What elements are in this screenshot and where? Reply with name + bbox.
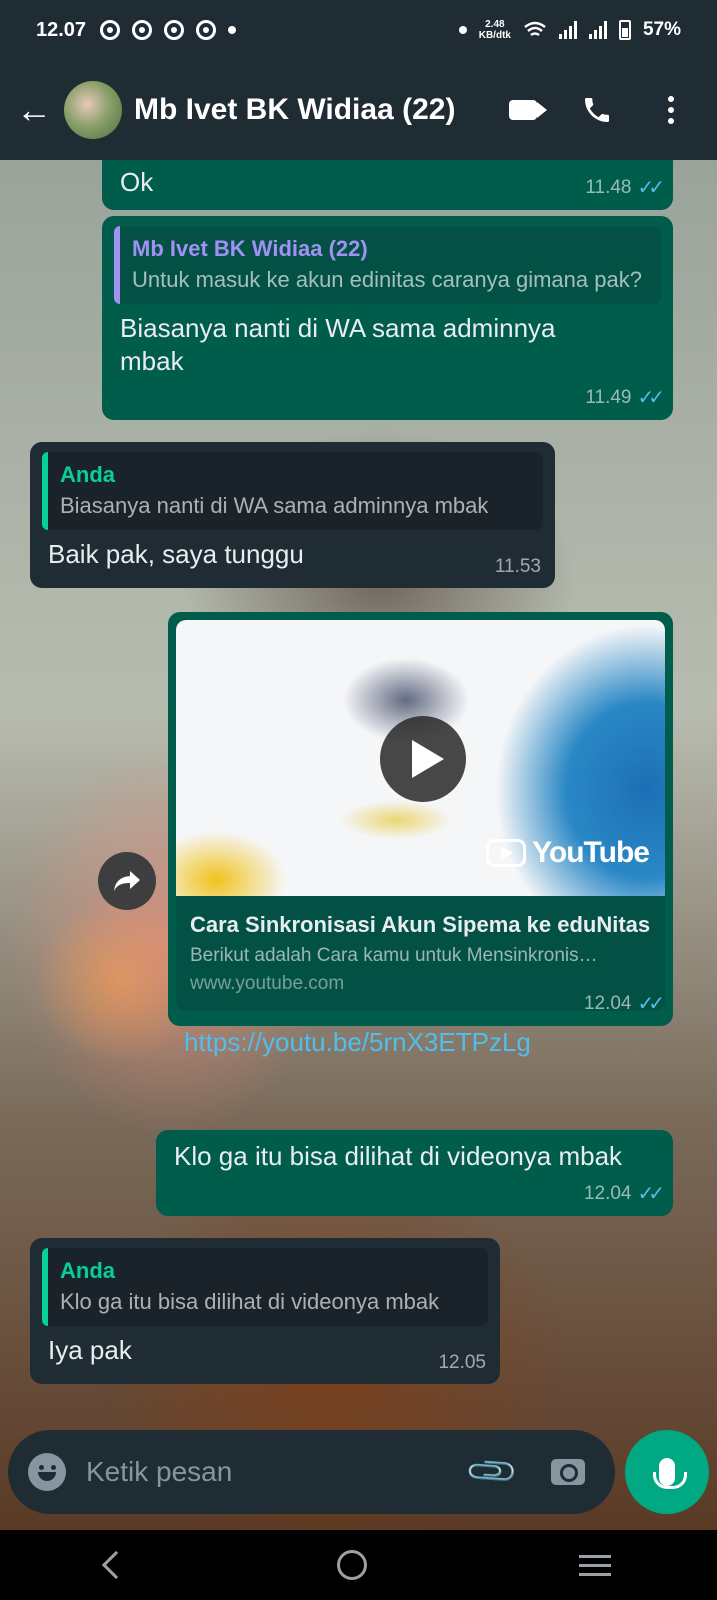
signal-icon: [588, 21, 607, 39]
video-camera-icon: [509, 100, 547, 120]
message-time: 11.49 ✓✓: [585, 385, 665, 410]
message-outgoing[interactable]: Klo ga itu bisa dilihat di videonya mbak…: [156, 1130, 673, 1216]
more-vertical-icon: [668, 96, 674, 124]
nav-home-icon[interactable]: [337, 1550, 368, 1580]
voice-record-button[interactable]: [625, 1430, 709, 1514]
signal-icon: [558, 21, 577, 39]
message-timestamp: 11.49: [585, 386, 632, 408]
message-outgoing-link[interactable]: YouTube Cara Sinkronisasi Akun Sipema ke…: [168, 612, 673, 1057]
video-call-button[interactable]: [493, 80, 553, 140]
read-ticks-icon: ✓✓: [637, 177, 664, 199]
read-ticks-icon: ✓✓: [637, 993, 664, 1015]
message-timestamp: 11.48: [585, 176, 632, 198]
quoted-author: Anda: [60, 1258, 115, 1283]
network-speed-unit: KB/dtk: [478, 30, 511, 41]
status-bar: 12.07 2.48 KB/dtk 57%: [0, 0, 717, 60]
message-outgoing[interactable]: Ok 11.48 ✓✓: [102, 160, 673, 210]
play-icon[interactable]: [380, 716, 466, 802]
status-time: 12.07: [36, 18, 87, 41]
chrome-notification-icon: [164, 20, 185, 40]
phone-icon: [585, 98, 609, 122]
wifi-icon: [524, 21, 546, 37]
notification-icons: [100, 20, 237, 40]
contact-name[interactable]: Mb Ivet BK Widiaa (22): [134, 93, 479, 127]
message-input[interactable]: Ketik pesan: [86, 1456, 471, 1488]
quoted-message[interactable]: Mb Ivet BK Widiaa (22) Untuk masuk ke ak…: [114, 226, 661, 304]
nav-recents-icon[interactable]: [579, 1554, 612, 1576]
message-incoming[interactable]: Anda Klo ga itu bisa dilihat di videonya…: [30, 1238, 500, 1384]
network-speed: 2.48 KB/dtk: [479, 19, 511, 41]
read-ticks-icon: ✓✓: [637, 387, 664, 409]
message-timestamp: 11.53: [494, 556, 541, 577]
voice-call-button[interactable]: [567, 80, 627, 140]
quoted-message[interactable]: Anda Klo ga itu bisa dilihat di videonya…: [42, 1248, 488, 1326]
message-text: Biasanya nanti di WA sama adminnya mbak: [120, 313, 556, 376]
message-time: 11.48 ✓✓: [585, 175, 665, 200]
message-time: 12.04 ✓✓: [583, 1181, 665, 1206]
quoted-message[interactable]: Anda Biasanya nanti di WA sama adminnya …: [42, 452, 543, 530]
paperclip-icon[interactable]: 📎: [463, 1443, 521, 1501]
message-text: Ok: [120, 167, 154, 197]
message-composer: Ketik pesan 📎: [8, 1430, 615, 1514]
message-timestamp: 12.04: [583, 1182, 632, 1204]
message-time: 12.04 ✓✓: [583, 991, 665, 1016]
video-thumbnail[interactable]: YouTube: [176, 620, 665, 896]
message-link[interactable]: https://youtu.be/5rnX3ETPzLg: [184, 1027, 665, 1058]
message-text: Klo ga itu bisa dilihat di videonya mbak: [174, 1141, 623, 1171]
quoted-text: Biasanya nanti di WA sama adminnya mbak: [60, 493, 489, 518]
message-timestamp: 12.05: [438, 1352, 486, 1373]
preview-title: Cara Sinkronisasi Akun Sipema ke eduNita…: [190, 912, 651, 937]
more-options-button[interactable]: [641, 80, 701, 140]
battery-percent: 57%: [642, 19, 681, 40]
forward-icon: [114, 871, 140, 891]
youtube-wordmark: YouTube: [532, 836, 650, 869]
chrome-notification-icon: [196, 20, 217, 40]
system-nav-bar: [0, 1530, 717, 1600]
chat-area[interactable]: Ok 11.48 ✓✓ Mb Ivet BK Widiaa (22) Untuk …: [0, 160, 717, 1530]
network-speed-value: 2.48: [485, 19, 505, 30]
message-time: 11.53: [495, 556, 541, 578]
emoji-icon[interactable]: [28, 1453, 66, 1491]
nav-back-icon[interactable]: [101, 1550, 130, 1580]
preview-description: Berikut adalah Cara kamu untuk Mensinkro…: [190, 945, 598, 966]
camera-icon[interactable]: [551, 1459, 585, 1485]
link-preview[interactable]: YouTube Cara Sinkronisasi Akun Sipema ke…: [176, 620, 665, 1011]
forward-button[interactable]: [98, 852, 156, 910]
message-text: Baik pak, saya tunggu: [48, 539, 304, 569]
message-timestamp: 12.04: [583, 992, 632, 1014]
arrow-left-icon[interactable]: ←: [16, 89, 56, 131]
youtube-logo: YouTube: [486, 836, 650, 870]
avatar[interactable]: [64, 81, 122, 139]
status-right: 2.48 KB/dtk 57%: [458, 19, 681, 41]
read-ticks-icon: ✓✓: [637, 1183, 664, 1205]
quoted-text: Klo ga itu bisa dilihat di videonya mbak: [60, 1289, 440, 1314]
whatsapp-notification-icon: [100, 20, 121, 40]
message-text: Iya pak: [48, 1335, 132, 1365]
battery-icon: [618, 20, 631, 40]
youtube-icon: [486, 839, 527, 867]
chat-header: ← Mb Ivet BK Widiaa (22): [0, 60, 717, 160]
microphone-icon: [653, 1458, 687, 1489]
quoted-author: Anda: [60, 462, 115, 487]
more-notifications-icon: [228, 26, 237, 34]
quoted-author: Mb Ivet BK Widiaa (22): [132, 236, 368, 261]
message-outgoing[interactable]: Mb Ivet BK Widiaa (22) Untuk masuk ke ak…: [102, 216, 673, 420]
dot-icon: [458, 26, 467, 34]
chrome-notification-icon: [132, 20, 153, 40]
message-time: 12.05: [438, 1352, 486, 1374]
quoted-text: Untuk masuk ke akun edinitas caranya gim…: [132, 267, 642, 292]
message-incoming[interactable]: Anda Biasanya nanti di WA sama adminnya …: [30, 442, 555, 588]
preview-domain: www.youtube.com: [190, 973, 345, 994]
